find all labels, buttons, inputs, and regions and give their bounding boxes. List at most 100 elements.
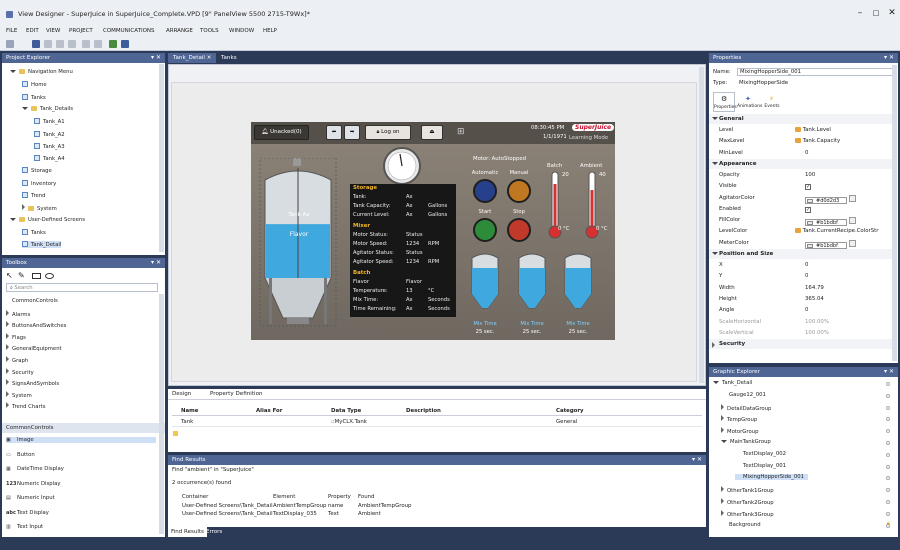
copy-icon[interactable] [56,40,64,48]
expand-icon[interactable] [713,381,719,384]
tree-item[interactable]: Tank_A3 [34,142,65,150]
tree-item[interactable]: Tank_Details [22,105,73,112]
expand-icon[interactable] [712,161,718,165]
expand-icon[interactable] [6,402,9,409]
eject-button[interactable]: ⏏︎ [421,125,443,140]
graphic-item[interactable]: Tank_Detail [713,380,752,386]
graphic-item[interactable]: MainTankGroup [721,439,771,445]
toolbox-scrollbar[interactable] [159,294,164,534]
download-icon[interactable] [109,40,117,48]
property-row[interactable]: FillColor #b1bdbf [709,215,892,227]
grid-cell-name[interactable]: Tank [181,419,193,425]
dropdown-icon[interactable] [849,239,856,247]
menu-file[interactable]: FILE [6,28,17,34]
color-swatch[interactable]: #b1bdbf [805,219,847,227]
property-value[interactable]: 100.00% [805,330,829,336]
tree-item[interactable]: Tank_A4 [34,155,65,162]
tab-find-results[interactable]: Find Results [168,527,207,537]
property-row[interactable]: LevelColor Tank.CurrentRecipe.ColorStr [709,226,892,237]
visibility-icon[interactable] [886,382,890,386]
property-value[interactable]: 100.00% [805,319,829,325]
property-section[interactable]: General [709,114,892,124]
find-cell[interactable]: AmbientTempGroup [358,503,411,509]
expand-icon[interactable] [721,427,724,434]
collapse-icon[interactable] [22,204,25,211]
expand-icon[interactable] [6,356,9,362]
logon-button[interactable]: 🔒︎ Log on [365,125,411,140]
binding-icon[interactable] [795,127,801,132]
property-row[interactable]: AgitatorColor #d0d2d3 [709,193,892,204]
checkbox[interactable]: ✓ [805,184,811,191]
toolbox-category[interactable]: SignsAndSymbols [6,379,59,387]
tree-item[interactable]: User-Defined Screens [10,216,85,223]
tab-design[interactable]: Design [172,391,191,397]
main-tank[interactable] [259,158,337,328]
property-value[interactable]: ✓ [805,183,811,191]
tree-item[interactable]: Tanks [22,228,46,236]
property-row[interactable]: Width 164.79 [709,283,892,294]
toolbox-control[interactable]: ▦ DateTime Display [6,466,64,472]
visibility-icon[interactable] [886,464,890,469]
tree-item[interactable]: Tank_Detail [22,241,62,249]
find-cell[interactable]: TextDisplay_035 [273,511,317,517]
tree-item[interactable]: Tank_A1 [34,118,65,125]
ellipse-tool-icon[interactable] [45,273,54,279]
property-value[interactable]: 365.04 [805,296,824,302]
property-section[interactable]: Position and Size [709,249,892,259]
property-row[interactable]: Y0 [709,271,892,282]
dropdown-icon[interactable] [849,194,856,202]
property-row[interactable]: MeterColor #b1bdbf [709,238,892,249]
menu-arrange[interactable]: ARRANGE [166,28,193,34]
tree-item[interactable]: System [22,204,57,212]
find-cell[interactable]: AmbientTempGroup [273,503,326,509]
pin-icon[interactable]: ▾ ✕ [151,54,161,61]
graphic-item[interactable]: TextDisplay_002 [735,451,786,457]
visibility-icon[interactable] [886,500,890,504]
toolbox-category[interactable]: Security [6,367,34,376]
property-value[interactable]: ✓ [805,206,811,213]
new-row-icon[interactable] [173,431,178,436]
maximize-icon[interactable]: □ [870,8,882,18]
tree-item[interactable]: Trend [22,192,46,199]
checkbox[interactable]: ✓ [805,206,811,213]
tree-item[interactable]: Tanks [22,93,46,101]
redo-icon[interactable] [94,40,102,48]
menu-view[interactable]: VIEW [46,28,60,34]
visibility-icon[interactable] [886,511,890,516]
expand-icon[interactable] [6,379,9,386]
toolbox-category[interactable]: Flags [6,332,26,341]
toolbox-control[interactable]: 123Numeric Display [6,481,61,487]
pin-icon[interactable]: ▾ ✕ [151,259,161,266]
alarm-button[interactable]: 🔔︎ Unacked(0) [254,125,309,140]
grid-cell-category[interactable]: General [556,419,577,425]
expand-icon[interactable] [712,252,718,255]
binding-icon[interactable] [795,138,801,144]
visibility-icon[interactable] [886,429,890,434]
toolbox-category[interactable]: Trend Charts [6,402,46,410]
tree-item[interactable]: Tank_A2 [34,130,65,138]
toolbox-control[interactable]: ▥ Text Input [6,524,43,530]
expand-icon[interactable] [10,70,16,73]
property-row[interactable]: Visible ✓ [709,181,892,192]
find-cell[interactable]: Text [328,511,339,517]
expand-icon[interactable] [6,309,9,316]
toolbox-category[interactable]: GeneralEquipment [6,344,62,352]
manual-button[interactable] [507,179,531,203]
expand-icon[interactable] [6,321,9,328]
undo-icon[interactable] [82,40,90,48]
expand-icon[interactable] [10,217,16,221]
property-row[interactable]: Level Tank.Level [709,125,892,136]
visibility-icon[interactable] [886,476,890,481]
property-row[interactable]: X0 [709,260,892,271]
cut-icon[interactable] [44,40,52,48]
toolbox-search-input[interactable]: ⌕ Search [6,283,158,292]
pin-icon[interactable]: ▾ ✕ [692,456,702,463]
graphic-item[interactable]: DetailDataGroup [721,403,771,412]
grid-row[interactable] [172,417,702,427]
find-cell[interactable]: User-Defined Screens\Tank_Detail [182,511,273,517]
visibility-icon[interactable] [886,393,890,398]
graphic-item[interactable]: OtherTank1Group [721,486,774,494]
pin-icon[interactable]: ▾ ✕ [884,54,894,61]
canvas-scrollbar[interactable] [699,67,704,383]
toolbox-category[interactable]: Alarms [6,309,30,318]
